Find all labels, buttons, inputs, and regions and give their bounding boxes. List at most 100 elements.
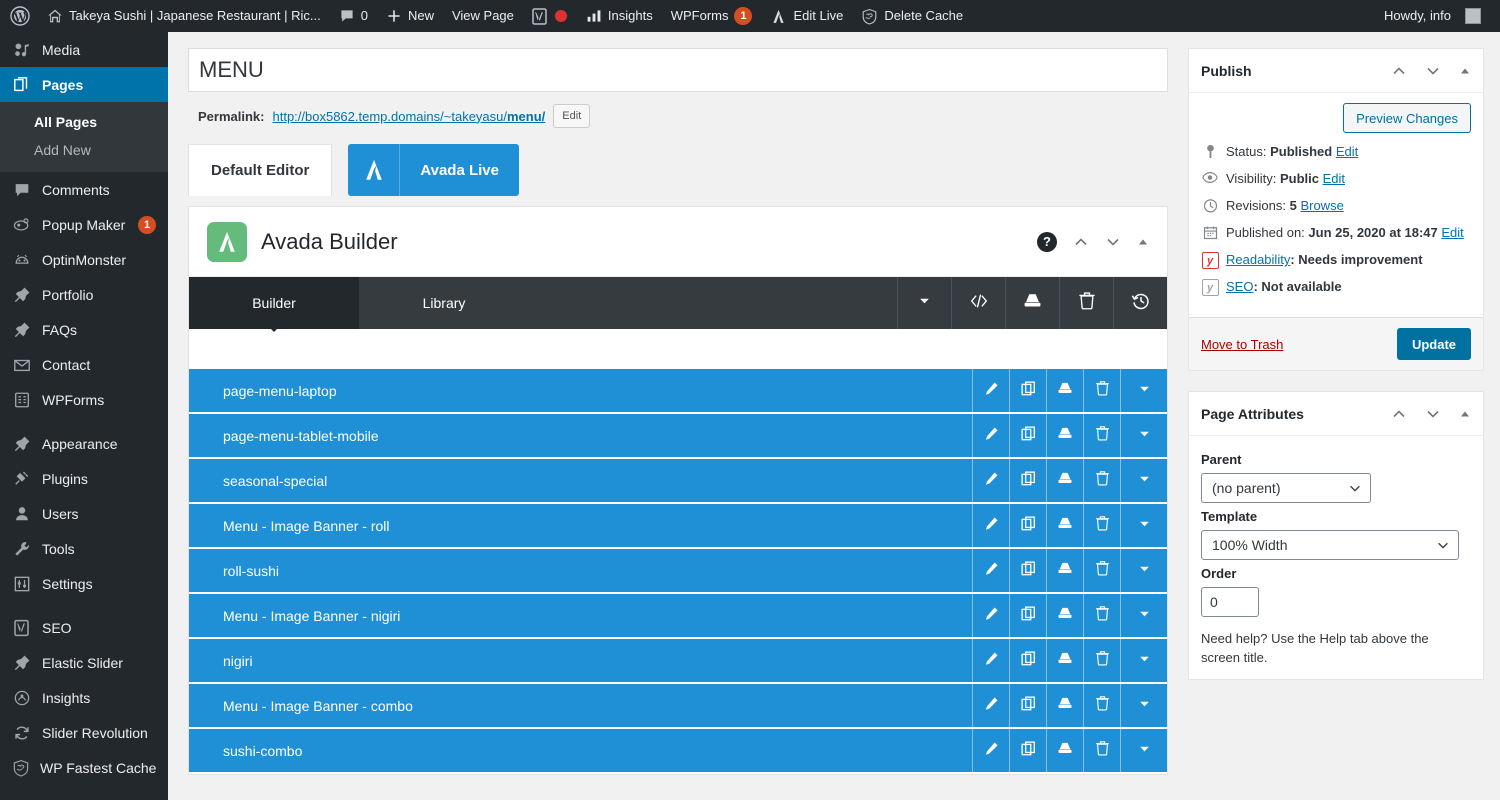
clone-row-button[interactable] <box>1009 504 1046 547</box>
sidebar-item-popup-maker[interactable]: Popup Maker 1 <box>0 207 168 242</box>
sidebar-item-slider-revolution[interactable]: Slider Revolution <box>0 715 168 750</box>
sidebar-item-comments[interactable]: Comments <box>0 172 168 207</box>
builder-row[interactable]: page-menu-tablet-mobile <box>189 414 1167 459</box>
my-account-link[interactable]: Howdy, info <box>1375 0 1490 32</box>
builder-row[interactable]: sushi-combo <box>189 729 1167 774</box>
sidebar-item-elastic-slider[interactable]: Elastic Slider <box>0 645 168 680</box>
builder-row[interactable]: Menu - Image Banner - roll <box>189 504 1167 549</box>
edit-row-button[interactable] <box>972 729 1009 772</box>
save-row-button[interactable] <box>1046 549 1083 592</box>
order-input[interactable] <box>1201 587 1259 617</box>
move-down-icon[interactable] <box>1425 406 1441 422</box>
delete-row-button[interactable] <box>1083 504 1120 547</box>
edit-row-button[interactable] <box>972 414 1009 457</box>
move-down-icon[interactable] <box>1105 234 1121 250</box>
builder-row[interactable]: seasonal-special <box>189 459 1167 504</box>
toolbar-trash-button[interactable] <box>1059 277 1113 329</box>
insights-link[interactable]: Insights <box>577 0 662 32</box>
sidebar-subitem-add-new[interactable]: Add New <box>0 136 168 164</box>
toolbar-dropdown-button[interactable] <box>897 277 951 329</box>
toolbar-save-button[interactable] <box>1005 277 1059 329</box>
wpforms-link[interactable]: WPForms 1 <box>662 0 762 32</box>
sidebar-item-seo[interactable]: SEO <box>0 610 168 645</box>
builder-row[interactable]: page-menu-laptop <box>189 369 1167 414</box>
clone-row-button[interactable] <box>1009 594 1046 637</box>
clone-row-button[interactable] <box>1009 549 1046 592</box>
help-question-icon[interactable]: ? <box>1037 231 1057 252</box>
builder-row[interactable]: roll-sushi <box>189 549 1167 594</box>
move-up-icon[interactable] <box>1391 406 1407 422</box>
sidebar-item-optinmonster[interactable]: OptinMonster <box>0 242 168 277</box>
edit-row-button[interactable] <box>972 369 1009 412</box>
sidebar-item-tools[interactable]: Tools <box>0 531 168 566</box>
readability-link[interactable]: Readability <box>1226 252 1290 267</box>
edit-published-link[interactable]: Edit <box>1441 225 1463 240</box>
site-name-link[interactable]: Takeya Sushi | Japanese Restaurant | Ric… <box>38 0 330 32</box>
delete-row-button[interactable] <box>1083 684 1120 727</box>
sidebar-item-wp-fastest-cache[interactable]: WP Fastest Cache <box>0 750 168 785</box>
delete-row-button[interactable] <box>1083 639 1120 682</box>
comments-link[interactable]: 0 <box>330 0 377 32</box>
edit-live-link[interactable]: Edit Live <box>761 0 852 32</box>
save-row-button[interactable] <box>1046 729 1083 772</box>
delete-row-button[interactable] <box>1083 729 1120 772</box>
edit-row-button[interactable] <box>972 684 1009 727</box>
move-to-trash-link[interactable]: Move to Trash <box>1201 337 1283 352</box>
seo-link[interactable]: SEO <box>1226 279 1253 294</box>
delete-row-button[interactable] <box>1083 594 1120 637</box>
sidebar-item-settings[interactable]: Settings <box>0 566 168 601</box>
edit-row-button[interactable] <box>972 459 1009 502</box>
sidebar-item-users[interactable]: Users <box>0 496 168 531</box>
parent-select[interactable]: (no parent) <box>1201 473 1371 503</box>
sidebar-item-faqs[interactable]: FAQs <box>0 312 168 347</box>
delete-row-button[interactable] <box>1083 549 1120 592</box>
move-up-icon[interactable] <box>1073 234 1089 250</box>
sidebar-item-appearance[interactable]: Appearance <box>0 426 168 461</box>
save-row-button[interactable] <box>1046 414 1083 457</box>
update-button[interactable]: Update <box>1396 328 1471 360</box>
toolbar-history-button[interactable] <box>1113 277 1167 329</box>
builder-row[interactable]: nigiri <box>189 639 1167 684</box>
row-options-button[interactable] <box>1120 729 1167 772</box>
clone-row-button[interactable] <box>1009 369 1046 412</box>
save-row-button[interactable] <box>1046 684 1083 727</box>
new-content-link[interactable]: New <box>377 0 443 32</box>
preview-changes-button[interactable]: Preview Changes <box>1343 103 1471 133</box>
avada-live-button[interactable]: Avada Live <box>348 144 519 196</box>
row-options-button[interactable] <box>1120 414 1167 457</box>
delete-row-button[interactable] <box>1083 369 1120 412</box>
save-row-button[interactable] <box>1046 504 1083 547</box>
edit-row-button[interactable] <box>972 504 1009 547</box>
edit-row-button[interactable] <box>972 549 1009 592</box>
toggle-panel-icon[interactable] <box>1137 236 1149 248</box>
toggle-panel-icon[interactable] <box>1459 408 1471 420</box>
sidebar-item-plugins[interactable]: Plugins <box>0 461 168 496</box>
delete-row-button[interactable] <box>1083 414 1120 457</box>
toggle-panel-icon[interactable] <box>1459 65 1471 77</box>
sidebar-item-wpforms[interactable]: WPForms <box>0 382 168 417</box>
browse-revisions-link[interactable]: Browse <box>1300 198 1343 213</box>
sidebar-item-portfolio[interactable]: Portfolio <box>0 277 168 312</box>
save-row-button[interactable] <box>1046 594 1083 637</box>
save-row-button[interactable] <box>1046 369 1083 412</box>
toolbar-code-button[interactable] <box>951 277 1005 329</box>
row-options-button[interactable] <box>1120 369 1167 412</box>
sidebar-item-insights[interactable]: Insights <box>0 680 168 715</box>
builder-row[interactable]: Menu - Image Banner - nigiri <box>189 594 1167 639</box>
edit-row-button[interactable] <box>972 639 1009 682</box>
edit-row-button[interactable] <box>972 594 1009 637</box>
row-options-button[interactable] <box>1120 684 1167 727</box>
move-down-icon[interactable] <box>1425 63 1441 79</box>
sidebar-item-pages[interactable]: Pages <box>0 67 168 102</box>
edit-visibility-link[interactable]: Edit <box>1323 171 1345 186</box>
edit-status-link[interactable]: Edit <box>1336 144 1358 159</box>
template-select[interactable]: 100% Width <box>1201 530 1459 560</box>
delete-cache-link[interactable]: Delete Cache <box>852 0 972 32</box>
clone-row-button[interactable] <box>1009 684 1046 727</box>
row-options-button[interactable] <box>1120 504 1167 547</box>
row-options-button[interactable] <box>1120 639 1167 682</box>
edit-permalink-button[interactable]: Edit <box>553 104 591 128</box>
page-title-input[interactable] <box>188 48 1168 92</box>
clone-row-button[interactable] <box>1009 459 1046 502</box>
default-editor-tab[interactable]: Default Editor <box>188 144 333 196</box>
